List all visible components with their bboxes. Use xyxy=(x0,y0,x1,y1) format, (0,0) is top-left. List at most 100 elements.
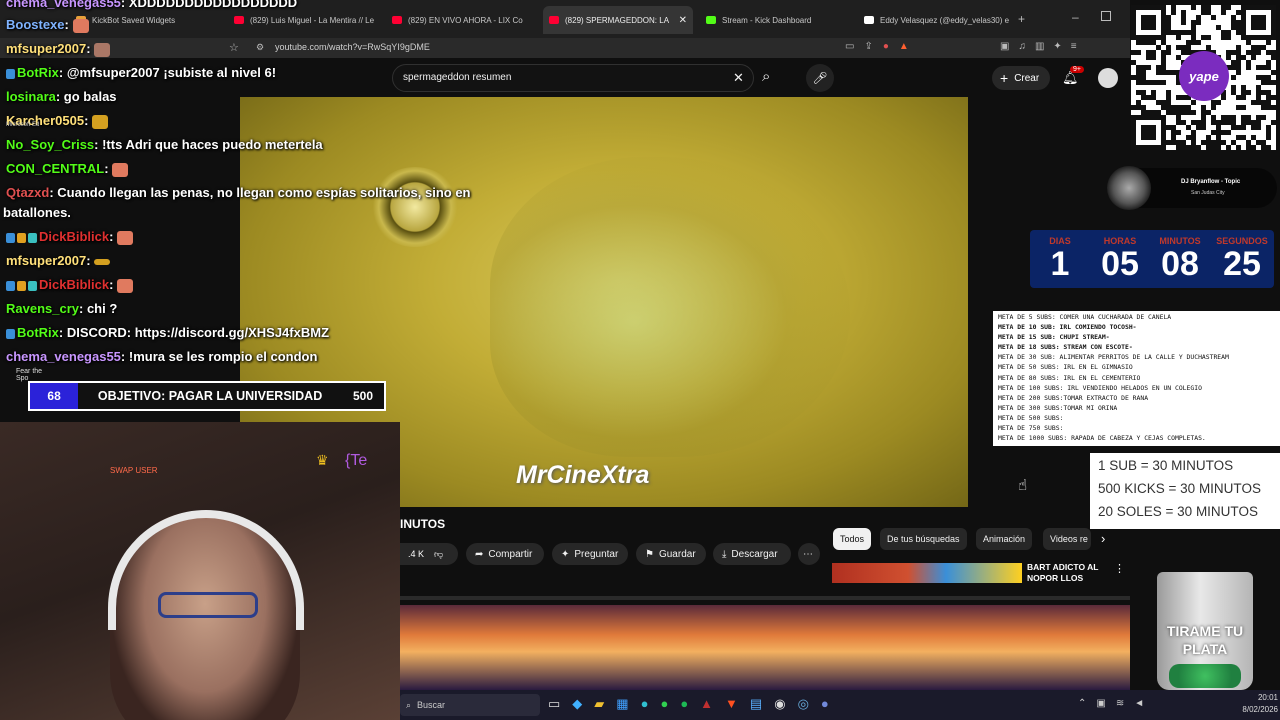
edge-icon[interactable]: ● xyxy=(641,696,649,712)
chip-all[interactable]: Todos xyxy=(833,528,872,550)
whatsapp-icon[interactable]: ● xyxy=(660,696,668,712)
countdown-minutes: MINUTOS 08 xyxy=(1159,236,1201,283)
ask-button[interactable]: ✦ Preguntar xyxy=(552,543,628,565)
goal-label: OBJETIVO: PAGAR LA UNIVERSIDAD xyxy=(97,389,323,403)
tray-app-icon[interactable]: ▣ xyxy=(1096,698,1105,709)
new-tab-icon[interactable]: + xyxy=(1018,12,1025,26)
screen-icon[interactable]: ▭ xyxy=(845,41,854,55)
kick-icon xyxy=(706,16,716,24)
puzzle-icon[interactable]: ✦ xyxy=(1053,41,1061,52)
subscriber-goals-list: META DE 5 SUBS: COMER UNA CUCHARADA DE C… xyxy=(993,311,1280,446)
qr-module xyxy=(1236,60,1241,65)
qr-module xyxy=(1271,70,1276,75)
qr-module xyxy=(1256,90,1261,95)
app-icon[interactable]: ▲ xyxy=(700,696,713,712)
qr-module xyxy=(1136,80,1141,85)
search-icon: ⌕ xyxy=(406,699,412,710)
brave-icon[interactable]: ▼ xyxy=(725,696,738,712)
chevron-right-icon[interactable]: › xyxy=(1101,531,1105,546)
notification-count-badge: 9+ xyxy=(1070,66,1084,73)
file-explorer-icon[interactable]: ▰ xyxy=(594,696,604,712)
chip-videos[interactable]: Videos re xyxy=(1043,528,1091,550)
network-icon[interactable]: ≋ xyxy=(1116,698,1124,709)
obs-icon[interactable]: ◉ xyxy=(774,696,785,712)
qr-module xyxy=(1261,5,1266,10)
qr-module xyxy=(1166,15,1171,20)
volume-icon[interactable]: ◄ xyxy=(1134,698,1144,709)
brave-rewards-icon[interactable]: ▲ xyxy=(899,41,909,55)
save-button[interactable]: ⚑ Guardar xyxy=(636,543,706,565)
badge-icon xyxy=(6,280,15,291)
close-tab-icon[interactable]: ✕ xyxy=(679,15,687,26)
qr-module xyxy=(1176,115,1181,120)
more-actions-button[interactable]: ⋯ xyxy=(798,543,820,565)
qr-module xyxy=(1136,70,1141,75)
minimize-icon[interactable]: – xyxy=(1072,10,1079,24)
yape-logo: yape xyxy=(1179,51,1229,101)
qr-module xyxy=(1206,5,1211,10)
download-button[interactable]: ⤓ Descargar xyxy=(713,543,791,565)
wallet-icon[interactable]: ▣ xyxy=(1000,41,1009,52)
music-icon[interactable]: ♫ xyxy=(1018,41,1026,52)
avatar[interactable] xyxy=(1098,68,1118,88)
qr-module xyxy=(1141,20,1146,25)
qr-module xyxy=(1221,120,1226,125)
qr-module xyxy=(1146,110,1151,115)
taskbar-clock[interactable]: 20:01 8/02/2026 xyxy=(1238,692,1278,716)
qr-module xyxy=(1146,125,1151,130)
qr-module xyxy=(1226,115,1231,120)
qr-module xyxy=(1241,20,1246,25)
qr-module xyxy=(1271,25,1276,30)
qr-module xyxy=(1251,5,1256,10)
qr-module xyxy=(1161,30,1166,35)
spotify-icon[interactable]: ● xyxy=(680,696,688,712)
browser-tab-active[interactable]: (829) SPERMAGEDDON: LA ✕ xyxy=(543,6,693,34)
dislike-icon[interactable]: 👎︎ xyxy=(434,549,443,560)
menu-icon[interactable]: ≡ xyxy=(1071,41,1077,52)
page-scrollbar-track[interactable] xyxy=(400,596,1130,600)
search-icon[interactable]: ⌕ xyxy=(762,68,770,85)
browser-tab[interactable]: Stream - Kick Dashboard xyxy=(700,6,855,34)
share-button[interactable]: ➦ Compartir xyxy=(466,543,544,565)
chip-from-searches[interactable]: De tus búsquedas xyxy=(880,528,967,550)
qr-module xyxy=(1206,10,1211,15)
qr-module xyxy=(1231,50,1236,55)
like-dislike-button[interactable]: .4 K 👎︎ xyxy=(400,543,458,565)
qr-module xyxy=(1191,130,1196,135)
tray-chevron-icon[interactable]: ⌃ xyxy=(1078,698,1086,709)
clear-search-icon[interactable]: ✕ xyxy=(733,70,744,86)
notepad-icon[interactable]: ▤ xyxy=(750,696,762,712)
qr-module xyxy=(1176,95,1181,100)
desktop-icon-label[interactable]: Fear the Spo xyxy=(16,368,50,382)
chip-animation[interactable]: Animación xyxy=(976,528,1033,550)
recommended-title[interactable]: BART ADICTO AL NOPOR LLOS xyxy=(1027,562,1115,582)
more-vert-icon[interactable]: ⋮ xyxy=(1114,562,1125,575)
share-icon[interactable]: ⇪ xyxy=(864,41,872,55)
qr-module xyxy=(1206,140,1211,145)
steam-icon[interactable]: ◎ xyxy=(798,696,809,712)
taskbar-search[interactable]: ⌕ Buscar xyxy=(400,694,540,716)
qr-module xyxy=(1191,35,1196,40)
sidebar-icon[interactable]: ▥ xyxy=(1035,41,1044,52)
qr-module xyxy=(1171,5,1176,10)
discord-icon[interactable]: ● xyxy=(821,696,829,712)
qr-module xyxy=(1146,40,1151,45)
qr-module xyxy=(1231,65,1236,70)
qr-module xyxy=(1141,135,1146,140)
desktop-icon-label[interactable]: Microsoft Ed xyxy=(6,122,39,128)
store-icon[interactable]: ▦ xyxy=(616,696,628,712)
copilot-icon[interactable]: ◆ xyxy=(572,696,582,712)
qr-module xyxy=(1166,100,1171,105)
qr-module xyxy=(1151,90,1156,95)
microphone-icon[interactable]: 🎤︎ xyxy=(806,64,834,92)
qr-module xyxy=(1151,95,1156,100)
task-view-icon[interactable]: ▭ xyxy=(548,696,560,712)
qr-module xyxy=(1171,30,1176,35)
recommended-thumbnail[interactable] xyxy=(832,563,1022,583)
qr-module xyxy=(1256,20,1261,25)
qr-module xyxy=(1181,45,1186,50)
maximize-icon[interactable] xyxy=(1101,11,1111,21)
extension-icon[interactable]: ● xyxy=(883,41,889,55)
create-button[interactable]: + Crear xyxy=(992,66,1050,90)
browser-tab[interactable]: Eddy Velasquez (@eddy_velas30) e xyxy=(858,6,1013,34)
